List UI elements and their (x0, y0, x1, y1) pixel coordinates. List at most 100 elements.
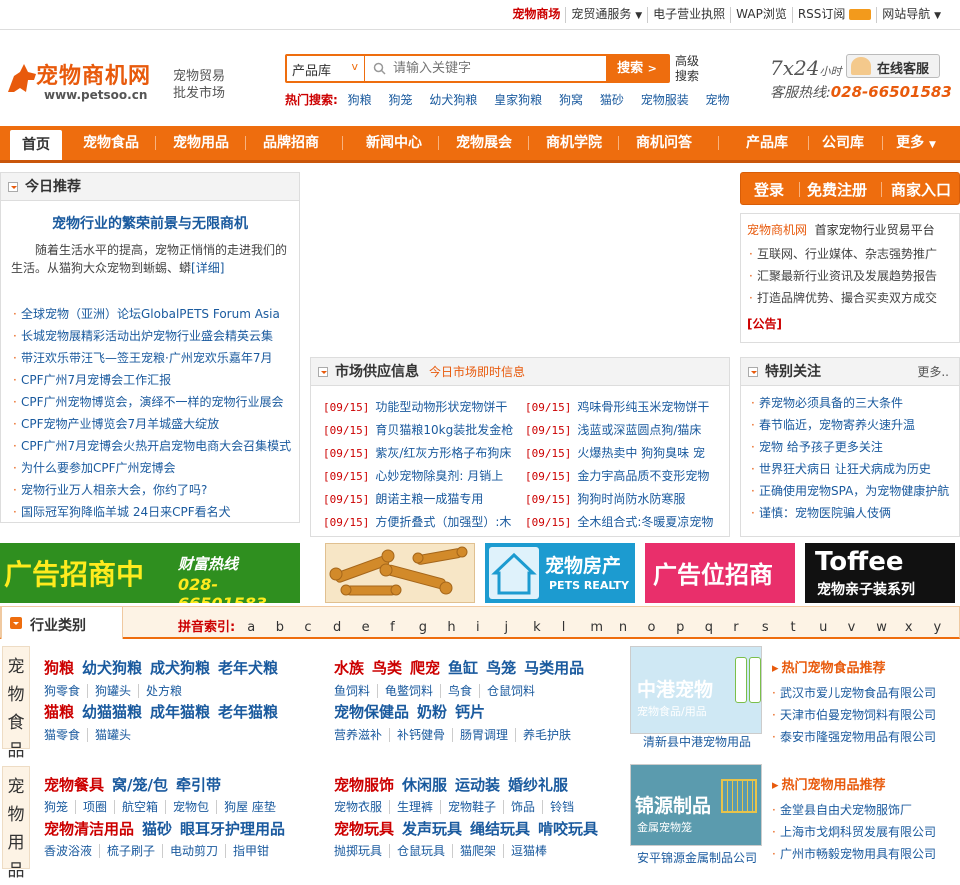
subcategory-link[interactable]: 指甲钳 (225, 844, 277, 858)
supply-item[interactable]: [09/15] 全木组合式:冬暖夏凉宠物 (525, 511, 725, 534)
category-link[interactable]: 发声玩具 (402, 820, 462, 838)
top-link-license[interactable]: 电子营业执照 (647, 7, 730, 23)
subcategory-link[interactable]: 逗猫棒 (503, 844, 555, 858)
nav-academy[interactable]: 商机学院 (535, 126, 613, 160)
supply-item[interactable]: [09/15] 浅蓝或深蓝圆点狗/猫床 (525, 419, 725, 442)
news-item[interactable]: 全球宠物（亚洲）论坛GlobalPETS Forum Asia (11, 303, 293, 325)
company-link[interactable]: 天津市伯曼宠物饲料有限公司 (772, 704, 952, 726)
category-link[interactable]: 老年猫粮 (218, 703, 278, 721)
focus-item[interactable]: 春节临近，宠物寄养火速升温 (749, 414, 959, 436)
category-link[interactable]: 宠物清洁用品 (44, 820, 134, 838)
supply-item[interactable]: [09/15] 心妙宠物除臭剂: 月销上 (323, 465, 523, 488)
category-link[interactable]: 婚纱礼服 (508, 776, 568, 794)
pinyin-letter[interactable]: h (447, 620, 476, 635)
focus-item[interactable]: 世界狂犬病日 让狂犬病成为历史 (749, 458, 959, 480)
pinyin-letter[interactable]: u (819, 620, 848, 635)
subcategory-link[interactable]: 狗零食 (44, 684, 87, 698)
subcategory-link[interactable]: 鱼饲料 (334, 684, 377, 698)
category-link[interactable]: 鸟笼 (486, 659, 516, 677)
company-link[interactable]: 上海市戈炯科贸发展有限公司 (772, 821, 952, 843)
subcategory-link[interactable]: 营养滋补 (334, 728, 389, 742)
top-link-service[interactable]: 宠贸通服务 ▼ (565, 7, 647, 23)
pinyin-letter[interactable]: q (705, 620, 734, 635)
subcategory-link[interactable]: 铃铛 (542, 800, 582, 814)
category-link[interactable]: 休闲服 (402, 776, 447, 794)
category-link[interactable]: 啃咬玩具 (538, 820, 598, 838)
subcategory-link[interactable]: 仓鼠玩具 (389, 844, 453, 858)
ad-zhonggang[interactable]: 中港宠物 宠物食品/用品 (630, 646, 762, 734)
subcategory-link[interactable]: 宠物衣服 (334, 800, 389, 814)
category-link[interactable]: 老年犬粮 (218, 659, 278, 677)
hot-keyword[interactable]: 狗粮 (348, 93, 372, 107)
ad-banner-pets-realty[interactable]: 宠物房产 PETS REALTY (485, 543, 635, 603)
ad-banner-toffee[interactable]: Toffee 宠物亲子装系列 (805, 543, 955, 603)
ad-jinyuan[interactable]: 锦源制品 金属宠物笼 (630, 764, 762, 846)
merchant-button[interactable]: 商家入口 (891, 179, 951, 200)
news-item[interactable]: 带汪欢乐带汪飞—签王宠粮·广州宠欢乐嘉年7月 (11, 347, 293, 369)
subcategory-link[interactable]: 猫零食 (44, 728, 87, 742)
hot-keyword[interactable]: 皇家狗粮 (494, 93, 542, 107)
category-link[interactable]: 宠物服饰 (334, 776, 394, 794)
subcategory-link[interactable]: 饰品 (503, 800, 543, 814)
news-item[interactable]: 为什么要参加CPF广州宠博会 (11, 457, 293, 479)
news-item[interactable]: CPF广州7月宠博会火热开启宠物电商大会召集模式 (11, 435, 293, 457)
category-link[interactable]: 宠物玩具 (334, 820, 394, 838)
pinyin-letter[interactable]: x (905, 620, 934, 635)
subcategory-link[interactable]: 电动剪刀 (162, 844, 226, 858)
category-link[interactable]: 鱼缸 (448, 659, 478, 677)
category-link[interactable]: 狗粮 (44, 659, 74, 677)
ad-banner-ad-space[interactable]: 广告位招商 (645, 543, 795, 603)
subcategory-link[interactable]: 梳子刷子 (99, 844, 163, 858)
site-logo[interactable]: 宠物商机网 www.petsoo.cn (6, 58, 162, 102)
pinyin-letter[interactable]: c (304, 620, 333, 635)
company-link[interactable]: 武汉市爱儿宠物食品有限公司 (772, 682, 952, 704)
pinyin-letter[interactable]: o (648, 620, 677, 635)
company-link[interactable]: 金堂县自由犬宠物服饰厂 (772, 799, 952, 821)
nav-products[interactable]: 产品库 (735, 126, 799, 160)
category-link[interactable]: 鸟类 (372, 659, 402, 677)
pinyin-letter[interactable]: e (362, 620, 391, 635)
pinyin-letter[interactable]: d (333, 620, 362, 635)
hot-keyword[interactable]: 猫砂 (600, 93, 624, 107)
pinyin-letter[interactable]: i (476, 620, 505, 635)
subcategory-link[interactable]: 香波浴液 (44, 844, 99, 858)
hot-keyword[interactable]: 宠物服装 (641, 93, 689, 107)
focus-item[interactable]: 宠物 给予孩子更多关注 (749, 436, 959, 458)
nav-home[interactable]: 首页 (10, 130, 62, 160)
pinyin-letter[interactable]: t (790, 620, 819, 635)
category-link[interactable]: 绳结玩具 (470, 820, 530, 838)
pinyin-letter[interactable]: l (562, 620, 591, 635)
subcategory-link[interactable]: 肠胃调理 (452, 728, 516, 742)
subcategory-link[interactable]: 宠物包 (165, 800, 217, 814)
news-item[interactable]: CPF广州7月宠博会工作汇报 (11, 369, 293, 391)
pinyin-letter[interactable]: s (762, 620, 791, 635)
ad-caption[interactable]: 清新县中港宠物用品 (630, 733, 764, 750)
focus-item[interactable]: 养宠物必须具备的三大条件 (749, 392, 959, 414)
subcategory-link[interactable]: 处方粮 (138, 684, 190, 698)
supply-item[interactable]: [09/15] 金力宇高品质不变形宠物 (525, 465, 725, 488)
ad-banner-recruit[interactable]: 广告招商中 财富热线 028-66501583 (0, 543, 300, 603)
supply-item[interactable]: [09/15] 狗狗时尚防水防寒服 (525, 488, 725, 511)
ad-caption[interactable]: 安平锦源金属制品公司 (630, 849, 764, 866)
nav-companies[interactable]: 公司库 (812, 126, 874, 160)
top-link-wap[interactable]: WAP浏览 (730, 7, 792, 23)
subcategory-link[interactable]: 猫罐头 (87, 728, 139, 742)
subcategory-link[interactable]: 宠物鞋子 (440, 800, 504, 814)
focus-item[interactable]: 谨慎：宠物医院骗人伎俩 (749, 502, 959, 524)
category-link[interactable]: 猫粮 (44, 703, 74, 721)
subcategory-link[interactable]: 补钙健骨 (389, 728, 453, 742)
category-link[interactable]: 猫砂 (142, 820, 172, 838)
top-link-pet-mall[interactable]: 宠物商场 (507, 7, 565, 23)
hot-keyword[interactable]: 宠物 (706, 93, 730, 107)
online-service-button[interactable]: 在线客服 (846, 54, 940, 78)
category-link[interactable]: 水族 (334, 659, 364, 677)
pinyin-letter[interactable]: j (505, 620, 534, 635)
supply-item[interactable]: [09/15] 朗诺主粮一成猫专用 (323, 488, 523, 511)
search-category-select[interactable]: 产品库 v (287, 56, 365, 81)
supply-item[interactable]: [09/15] 鸡味骨形纯玉米宠物饼干 (525, 396, 725, 419)
category-link[interactable]: 钙片 (455, 703, 485, 721)
pinyin-letter[interactable]: n (619, 620, 648, 635)
focus-item[interactable]: 正确使用宠物SPA，为宠物健康护航 (749, 480, 959, 502)
pinyin-letter[interactable]: g (419, 620, 448, 635)
subcategory-link[interactable]: 狗笼 (44, 800, 75, 814)
